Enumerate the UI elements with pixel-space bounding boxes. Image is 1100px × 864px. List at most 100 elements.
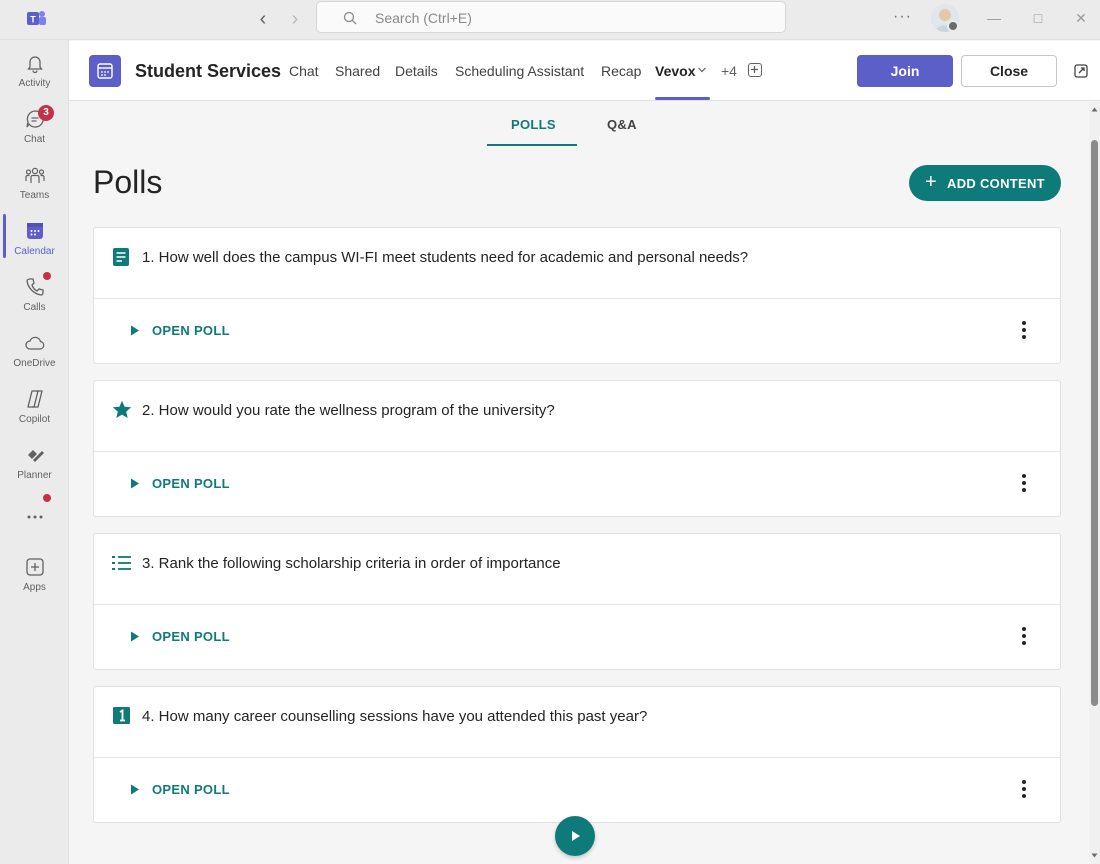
rail-label: Teams [19,190,50,201]
window-close-icon[interactable]: ✕ [1071,8,1091,28]
copilot-icon [27,390,43,408]
calls-notification-dot [43,272,51,280]
play-triangle-icon [131,631,139,642]
kebab-menu-icon[interactable] [1012,318,1036,342]
rail-item-copilot[interactable]: Copilot [0,384,69,436]
scroll-thumb[interactable] [1091,140,1098,706]
app-rail: Activity 3 Chat Teams Calendar Calls One… [0,40,69,864]
planner-icon [28,450,44,462]
poll-card: 1. How well does the campus WI-FI meet s… [93,227,1061,364]
kebab-menu-icon[interactable] [1012,777,1036,801]
chevron-down-icon[interactable] [697,65,707,75]
search-box[interactable] [316,1,786,33]
add-content-button[interactable]: + ADD CONTENT [909,165,1061,201]
rail-item-chat[interactable]: 3 Chat [0,104,69,156]
kebab-menu-icon[interactable] [1012,471,1036,495]
more-tabs-count[interactable]: +4 [721,63,737,79]
chat-badge: 3 [38,105,54,121]
title-bar: T ‹ › ··· — □ ✕ [0,0,1100,40]
vertical-scrollbar[interactable] [1089,102,1100,864]
meeting-app-tile [89,55,121,87]
meeting-header: Student Services Chat Shared Details Sch… [69,41,1100,101]
subtab-active-indicator [487,144,577,146]
play-icon [572,831,580,841]
apps-icon [26,558,44,576]
plus-icon [751,66,758,73]
poll-question: 4. How many career counselling sessions … [142,708,648,725]
rail-item-activity[interactable]: Activity [0,48,69,100]
presence-status-icon [947,20,959,32]
rail-item-calls[interactable]: Calls [0,272,69,324]
present-play-button[interactable] [555,816,595,856]
rail-label: Activity [18,78,51,89]
open-poll-label: OPEN POLL [152,476,230,491]
back-arrow-icon[interactable]: ‹ [251,8,275,32]
open-poll-label: OPEN POLL [152,629,230,644]
rail-label: Calendar [14,246,55,257]
more-notification-dot [43,494,51,502]
poll-card: 2. How would you rate the wellness progr… [93,380,1061,517]
phone-icon [26,278,44,296]
poll-header[interactable]: 4. How many career counselling sessions … [94,687,1060,758]
teams-logo-icon[interactable]: T [25,8,47,30]
add-content-label: ADD CONTENT [947,176,1045,191]
rail-item-planner[interactable]: Planner [0,440,69,492]
cloud-icon [25,336,45,350]
poll-card: 4. How many career counselling sessions … [93,686,1061,823]
page-title: Polls [93,164,163,200]
plus-icon: + [925,171,937,193]
join-button[interactable]: Join [857,55,953,87]
rail-label: Copilot [18,414,51,425]
subtab-polls[interactable]: POLLS [511,117,556,132]
ranking-list-icon [112,556,131,570]
open-poll-label: OPEN POLL [152,782,230,797]
subtab-qa[interactable]: Q&A [607,117,637,132]
rail-label: Apps [23,582,46,593]
search-input[interactable] [375,9,765,27]
poll-header[interactable]: 2. How would you rate the wellness progr… [94,381,1060,452]
teams-icon [25,167,45,183]
poll-card: 3. Rank the following scholarship criter… [93,533,1061,670]
poll-question: 2. How would you rate the wellness progr… [142,402,555,419]
poll-header[interactable]: 1. How well does the campus WI-FI meet s… [94,228,1060,299]
tab-vevox[interactable]: Vevox [655,63,695,79]
tab-recap[interactable]: Recap [601,63,641,79]
scroll-up-arrow-icon[interactable] [1091,106,1098,113]
play-triangle-icon [131,784,139,795]
more-icon [27,515,43,519]
rail-item-onedrive[interactable]: OneDrive [0,328,69,380]
pop-out-icon[interactable] [1073,63,1089,79]
rail-label: Planner [17,470,52,481]
poll-header[interactable]: 3. Rank the following scholarship criter… [94,534,1060,605]
text-response-icon [113,248,129,266]
poll-question: 1. How well does the campus WI-FI meet s… [142,249,749,266]
tab-chat[interactable]: Chat [289,63,319,79]
bell-icon [27,56,43,74]
rail-label: Calls [23,302,46,313]
calendar-grid-icon [97,63,113,79]
tab-details[interactable]: Details [395,63,438,79]
active-tab-indicator [655,97,710,100]
numeric-icon [113,707,130,724]
rail-item-teams[interactable]: Teams [0,160,69,212]
close-button[interactable]: Close [961,55,1057,87]
kebab-menu-icon[interactable] [1012,624,1036,648]
play-triangle-icon [131,478,139,489]
rail-item-calendar[interactable]: Calendar [0,216,69,268]
more-options-icon[interactable]: ··· [893,8,912,26]
poll-question: 3. Rank the following scholarship criter… [142,555,561,572]
meeting-title: Student Services [135,61,282,81]
forward-arrow-icon[interactable]: › [283,8,307,32]
vevox-polls-panel: POLLS Q&A Polls + ADD CONTENT 1. How wel… [69,102,1089,864]
open-poll-label: OPEN POLL [152,323,230,338]
scroll-down-arrow-icon[interactable] [1091,852,1098,859]
rail-item-more[interactable] [0,494,69,536]
tab-scheduling-assistant[interactable]: Scheduling Assistant [455,63,584,79]
calendar-icon [27,223,43,239]
svg-text:T: T [30,15,36,25]
tab-shared[interactable]: Shared [335,63,380,79]
minimize-icon[interactable]: — [984,8,1004,28]
rail-item-apps[interactable]: Apps [0,552,69,604]
maximize-icon[interactable]: □ [1028,8,1048,28]
add-tab-icon[interactable] [748,63,762,77]
